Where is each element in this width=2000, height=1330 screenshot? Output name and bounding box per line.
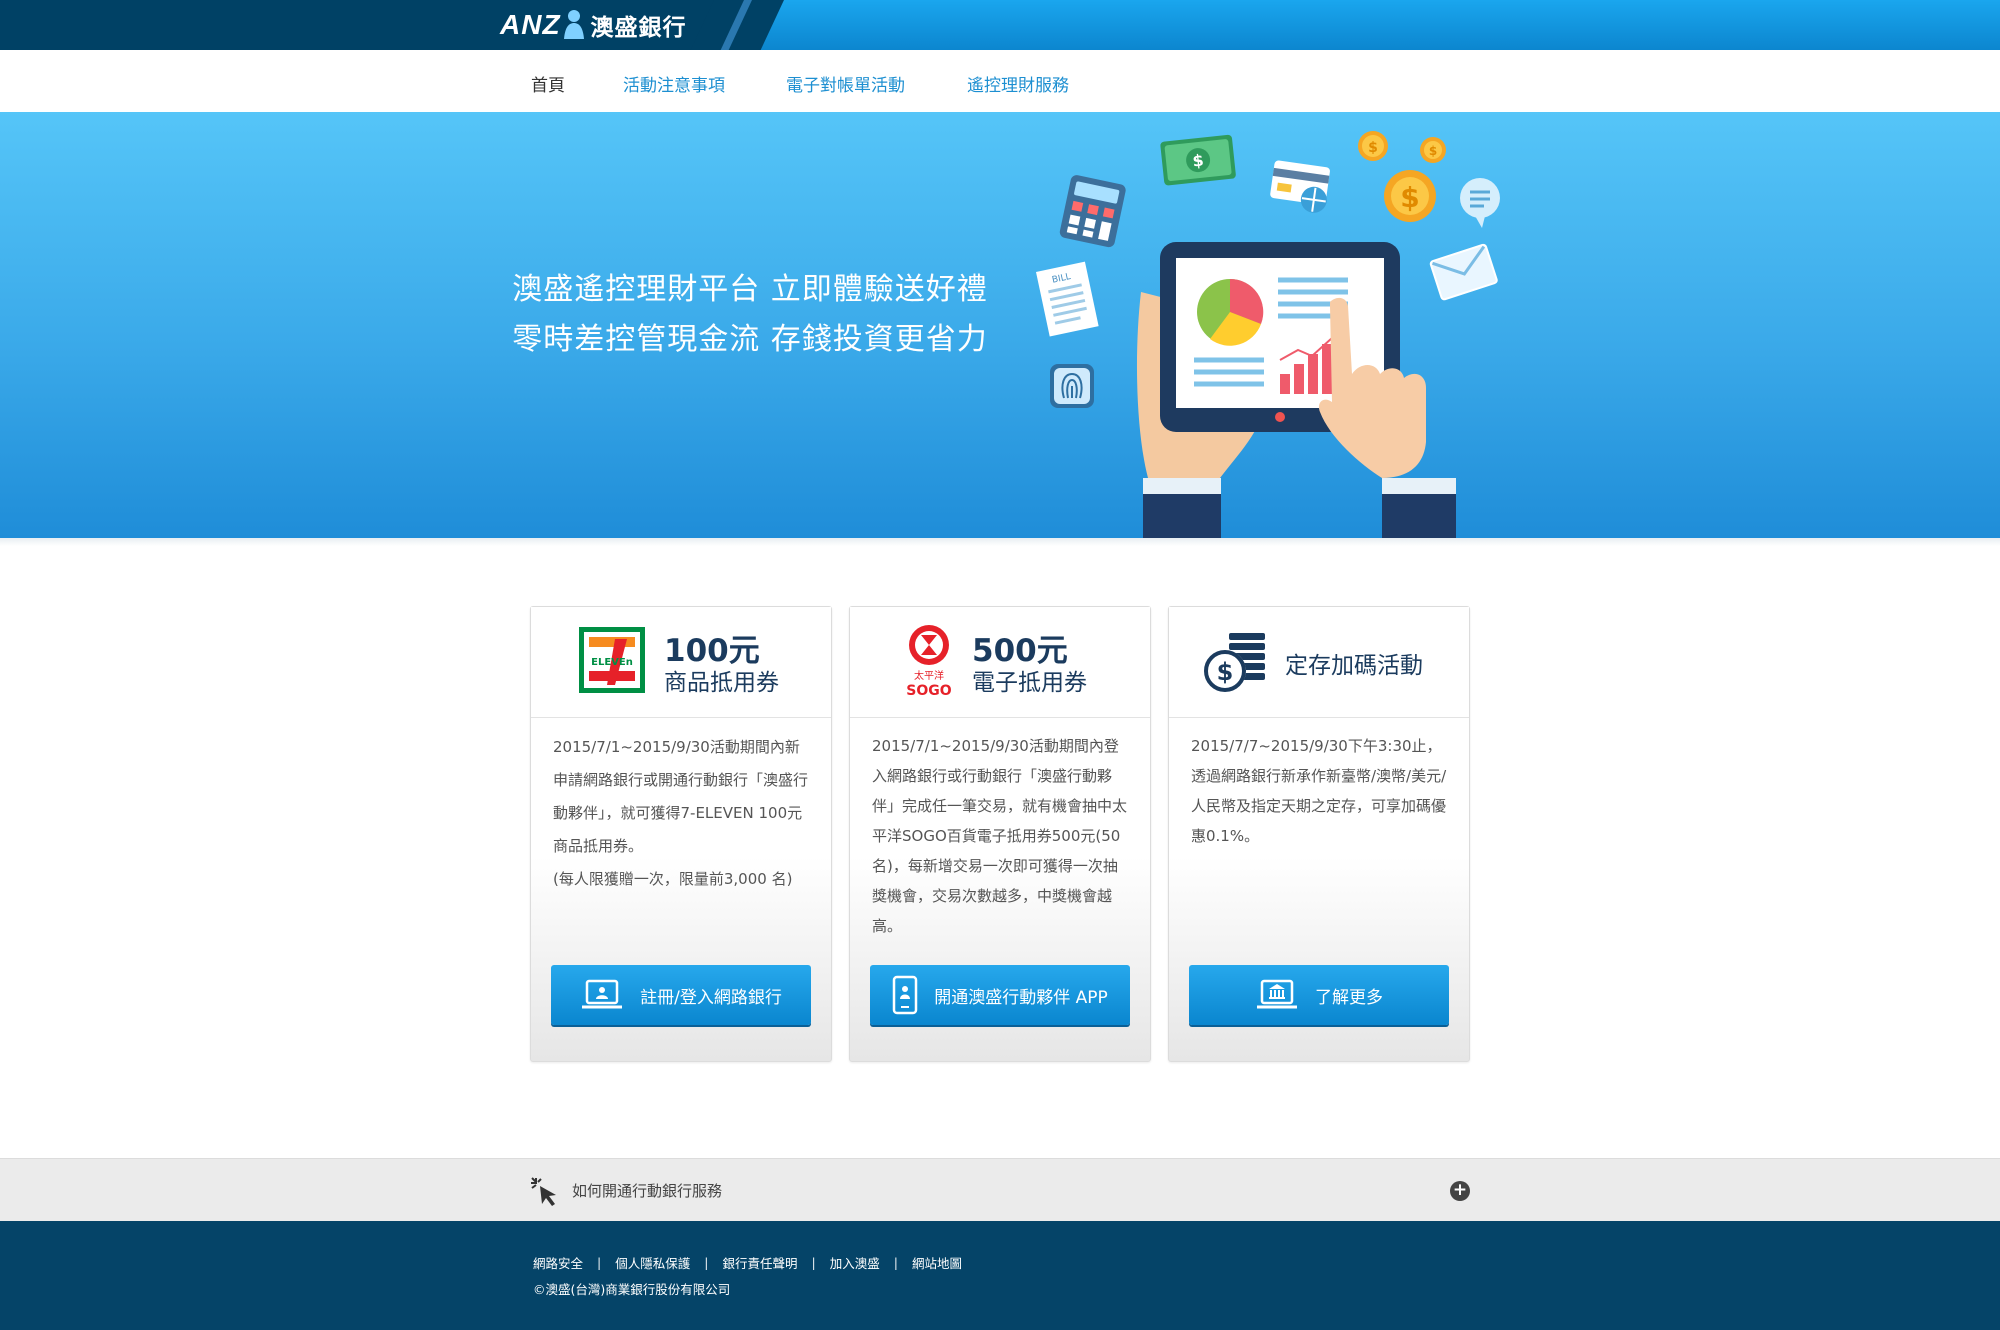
hero-line-1: 澳盛遙控理財平台 立即體驗送好禮 <box>512 272 988 307</box>
footer-links: 網路安全 | 個人隱私保護 | 銀行責任聲明 | 加入澳盛 | 網站地圖 <box>533 1253 962 1272</box>
site-footer: 網路安全 | 個人隱私保護 | 銀行責任聲明 | 加入澳盛 | 網站地圖 ©澳盛… <box>0 1221 2000 1330</box>
card-description: 2015/7/1~2015/9/30活動期間內登入網路銀行或行動銀行「澳盛行動夥… <box>872 731 1132 941</box>
sogo-logo-icon: 太平洋 SOGO <box>906 625 952 699</box>
card-description-main: 2015/7/1~2015/9/30活動期間內登入網路銀行或行動銀行「澳盛行動夥… <box>872 737 1128 935</box>
card-header: 太平洋 SOGO 500元 電子抵用券 <box>850 607 1150 718</box>
promo-card-7eleven: ELEVEn 100元 商品抵用券 2015/7/1~2015/9/30活動期間… <box>530 606 832 1062</box>
hero-shadow <box>0 538 2000 546</box>
svg-text:$: $ <box>1368 140 1378 156</box>
cash-icon: $ <box>1160 134 1236 186</box>
open-mobile-app-button[interactable]: 開通澳盛行動夥伴 APP <box>870 965 1130 1025</box>
main-nav: 首頁 活動注意事項 電子對帳單活動 遙控理財服務 <box>0 50 2000 112</box>
card-subtitle: 電子抵用券 <box>972 670 1087 696</box>
register-online-banking-button[interactable]: 註冊/登入網路銀行 <box>551 965 811 1025</box>
footer-separator: | <box>704 1255 709 1270</box>
laptop-icon <box>582 979 623 1009</box>
anz-logo[interactable]: ANZ 澳盛銀行 <box>500 6 687 44</box>
nav-event-notes[interactable]: 活動注意事項 <box>623 71 725 96</box>
svg-text:SOGO: SOGO <box>906 683 951 699</box>
coin-stack-icon: $ <box>1204 633 1265 692</box>
footer-link-security[interactable]: 網路安全 <box>533 1253 583 1272</box>
hero-banner: 澳盛遙控理財平台 立即體驗送好禮 零時差控管現金流 存錢投資更省力 $ $ $ … <box>0 112 2000 538</box>
expand-plus-icon[interactable]: + <box>1450 1181 1470 1201</box>
footer-link-privacy[interactable]: 個人隱私保護 <box>615 1253 690 1272</box>
fingerprint-icon <box>1050 364 1094 408</box>
nav-e-statement[interactable]: 電子對帳單活動 <box>786 71 905 96</box>
footer-link-careers[interactable]: 加入澳盛 <box>830 1253 880 1272</box>
smartphone-icon <box>892 975 918 1015</box>
promo-card-sogo: 太平洋 SOGO 500元 電子抵用券 2015/7/1~2015/9/30活動… <box>849 606 1151 1062</box>
hero-line-2: 零時差控管現金流 存錢投資更省力 <box>512 322 988 357</box>
nav-home[interactable]: 首頁 <box>531 71 565 96</box>
nav-remote-banking[interactable]: 遙控理財服務 <box>967 71 1069 96</box>
button-label: 了解更多 <box>1315 987 1383 1008</box>
card-description: 2015/7/7~2015/9/30下午3:30止，透過網路銀行新承作新臺幣/澳… <box>1191 731 1451 851</box>
promo-card-deposit: $ 定存加碼活動 2015/7/7~2015/9/30下午3:30止，透過網路銀… <box>1168 606 1470 1062</box>
hero-headline: 澳盛遙控理財平台 立即體驗送好禮 零時差控管現金流 存錢投資更省力 <box>500 265 1000 365</box>
top-bar: ANZ 澳盛銀行 <box>0 0 2000 50</box>
svg-text:$: $ <box>1192 151 1205 171</box>
footer-link-sitemap[interactable]: 網站地圖 <box>912 1253 962 1272</box>
button-label: 開通澳盛行動夥伴 APP <box>934 987 1108 1008</box>
svg-text:$: $ <box>1217 658 1234 686</box>
faq-bar[interactable]: 如何開通行動銀行服務 + <box>0 1158 2000 1221</box>
button-label: 註冊/登入網路銀行 <box>640 987 782 1008</box>
bill-icon: BILL <box>1036 261 1099 337</box>
credit-card-icon <box>1270 160 1330 213</box>
svg-text:$: $ <box>1400 181 1419 214</box>
footer-separator: | <box>597 1255 602 1270</box>
logo-latin: ANZ <box>500 9 561 40</box>
faq-label[interactable]: 如何開通行動銀行服務 <box>572 1180 722 1201</box>
anz-figure-icon <box>563 10 584 39</box>
card-header: $ 定存加碼活動 <box>1169 607 1469 718</box>
card-description-main: 2015/7/1~2015/9/30活動期間內新申請網路銀行或開通行動銀行「澳盛… <box>553 738 809 855</box>
tablet-illustration: $ $ $ $ BILL <box>1036 131 1500 538</box>
7eleven-logo-icon: ELEVEn <box>579 627 645 693</box>
footer-separator: | <box>893 1255 898 1270</box>
card-description-main: 2015/7/7~2015/9/30下午3:30止，透過網路銀行新承作新臺幣/澳… <box>1191 737 1447 845</box>
envelope-icon <box>1429 243 1498 301</box>
card-title: 定存加碼活動 <box>1285 653 1423 679</box>
footer-link-disclaimer[interactable]: 銀行責任聲明 <box>722 1253 797 1272</box>
svg-text:太平洋: 太平洋 <box>914 669 944 682</box>
logo-cn: 澳盛銀行 <box>590 15 687 41</box>
footer-copyright: ©澳盛(台灣)商業銀行股份有限公司 <box>533 1282 731 1297</box>
svg-text:ELEVEn: ELEVEn <box>591 657 633 668</box>
learn-more-button[interactable]: 了解更多 <box>1189 965 1449 1025</box>
laptop-bank-icon <box>1257 979 1297 1009</box>
coin-icons: $ $ $ <box>1358 131 1446 222</box>
svg-text:$: $ <box>1429 144 1437 158</box>
calculator-icon <box>1059 175 1126 248</box>
card-description-note: (每人限獲贈一次，限量前3,000 名) <box>553 870 793 888</box>
card-description: 2015/7/1~2015/9/30活動期間內新申請網路銀行或開通行動銀行「澳盛… <box>553 731 813 896</box>
card-subtitle: 商品抵用券 <box>664 670 779 696</box>
card-header: ELEVEn 100元 商品抵用券 <box>531 607 831 718</box>
chat-bubble-icon <box>1460 178 1500 228</box>
footer-separator: | <box>811 1255 816 1270</box>
click-cursor-icon <box>531 1177 556 1206</box>
